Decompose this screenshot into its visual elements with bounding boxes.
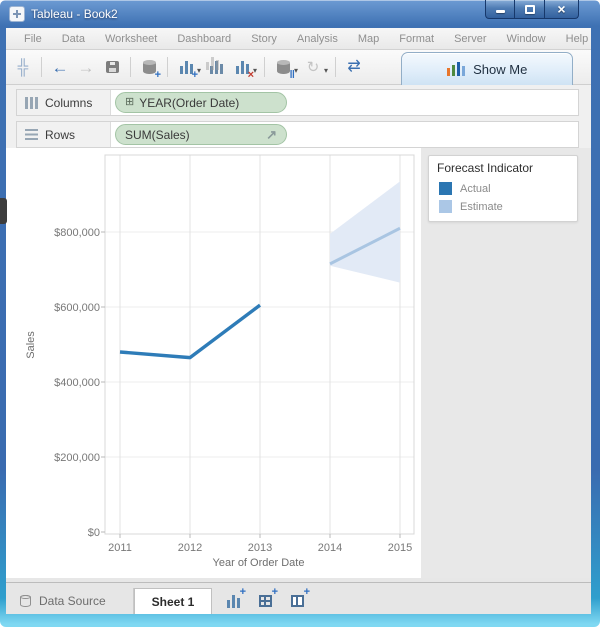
sheet1-tab-label: Sheet 1 <box>151 594 195 609</box>
tableau-logo-icon[interactable]: ╬ <box>11 56 35 78</box>
menu-dashboard[interactable]: Dashboard <box>167 33 241 45</box>
menu-map[interactable]: Map <box>348 33 389 45</box>
refresh-icon[interactable]: ↻ <box>301 56 325 78</box>
columns-label: Columns <box>45 95 93 110</box>
rows-pill-label: SUM(Sales) <box>125 127 190 142</box>
add-datasource-icon[interactable]: + <box>137 56 161 81</box>
columns-drop-field[interactable]: ⊞ YEAR(Order Date) <box>111 90 578 115</box>
actual-swatch <box>439 182 452 195</box>
new-worksheet-icon[interactable]: + <box>174 56 198 81</box>
columns-pill-year-order-date[interactable]: ⊞ YEAR(Order Date) <box>115 92 287 113</box>
show-me-button[interactable]: Show Me <box>401 52 573 85</box>
menu-worksheet[interactable]: Worksheet <box>95 33 167 45</box>
menu-window[interactable]: Window <box>497 33 556 45</box>
rows-shelf: Rows SUM(Sales) ↗ <box>16 121 579 148</box>
clear-sheet-icon[interactable]: × <box>230 56 254 81</box>
menu-help[interactable]: Help <box>556 33 599 45</box>
toolbar-separator <box>167 57 168 77</box>
duplicate-sheet-icon[interactable] <box>204 56 228 78</box>
tab-sheet1[interactable]: Sheet 1 <box>134 588 212 614</box>
menu-data[interactable]: Data <box>52 33 95 45</box>
shelves: Columns ⊞ YEAR(Order Date) Rows SUM(Sale… <box>6 85 591 148</box>
toolbar-icons: ╬ ← → + + ▾ × ▾ ‖ ▾ ↻ ▾ ⇄ <box>10 50 367 84</box>
menu-format[interactable]: Format <box>389 33 444 45</box>
new-dashboard-tab-icon[interactable]: + <box>254 587 278 611</box>
tableau-window: Tableau - Book2 × File Data Worksheet Dashb… <box>0 0 600 627</box>
forecast-arrow-icon: ↗ <box>266 127 277 142</box>
menubar: File Data Worksheet Dashboard Story Analysis M… <box>6 28 591 50</box>
new-story-tab-icon[interactable]: + <box>286 587 310 611</box>
toolbar-separator <box>335 57 337 77</box>
tab-data-source[interactable]: Data Source <box>6 588 134 614</box>
legend-item-actual[interactable]: Actual <box>429 179 577 197</box>
redo-icon[interactable]: → <box>74 56 98 78</box>
legend-title: Forecast Indicator <box>437 161 534 175</box>
maximize-button[interactable] <box>515 0 545 19</box>
close-button[interactable]: × <box>545 0 579 19</box>
estimate-swatch <box>439 200 452 213</box>
app-icon <box>9 6 25 22</box>
columns-pill-label: YEAR(Order Date) <box>139 95 240 110</box>
menu-story[interactable]: Story <box>241 33 287 45</box>
rows-pill-sum-sales[interactable]: SUM(Sales) ↗ <box>115 124 287 145</box>
rows-label: Rows <box>45 127 76 142</box>
titlebar[interactable]: Tableau - Book2 × <box>0 0 600 28</box>
columns-icon <box>25 96 38 109</box>
rows-shelf-label: Rows <box>17 122 111 147</box>
right-panel: Forecast Indicator Actual Estimate <box>421 148 591 578</box>
pause-updates-icon[interactable]: ‖ <box>271 56 295 81</box>
forecast-indicator-legend[interactable]: Forecast Indicator Actual Estimate <box>428 155 578 222</box>
minimize-button[interactable] <box>485 0 515 19</box>
toolbar: ╬ ← → + + ▾ × ▾ ‖ ▾ ↻ ▾ ⇄ Show Me <box>6 50 591 85</box>
sheet-tabbar: Data Source Sheet 1 + + + <box>6 582 591 614</box>
datasource-icon <box>20 595 31 607</box>
legend-label: Actual <box>460 182 491 195</box>
rows-icon <box>25 128 38 141</box>
rows-drop-field[interactable]: SUM(Sales) ↗ <box>111 122 578 147</box>
toolbar-separator <box>41 57 42 77</box>
undo-icon[interactable]: ← <box>48 56 72 78</box>
expand-plus-icon[interactable]: ⊞ <box>125 97 134 108</box>
worksheet-view: Forecast Indicator Actual Estimate <box>6 148 591 582</box>
legend-item-estimate[interactable]: Estimate <box>429 197 577 215</box>
window-controls: × <box>485 0 579 19</box>
save-icon[interactable] <box>100 56 124 78</box>
new-worksheet-tab-icon[interactable]: + <box>222 587 246 611</box>
swap-axes-icon[interactable]: ⇄ <box>342 56 366 78</box>
toolbar-separator <box>264 57 266 77</box>
data-source-tab-label: Data Source <box>39 594 106 608</box>
toolbar-separator <box>130 57 131 77</box>
columns-shelf: Columns ⊞ YEAR(Order Date) <box>16 89 579 116</box>
columns-shelf-label: Columns <box>17 90 111 115</box>
show-me-icon <box>446 62 466 76</box>
menu-file[interactable]: File <box>14 33 52 45</box>
tab-actions: + + + <box>222 587 310 614</box>
show-me-label: Show Me <box>473 61 528 77</box>
chart-canvas[interactable] <box>6 148 421 578</box>
legend-label: Estimate <box>460 200 503 213</box>
menu-analysis[interactable]: Analysis <box>287 33 348 45</box>
window-title: Tableau - Book2 <box>31 7 118 21</box>
legend-items: Actual Estimate <box>429 179 577 215</box>
menu-server[interactable]: Server <box>444 33 496 45</box>
window-content: File Data Worksheet Dashboard Story Analysis M… <box>6 28 591 614</box>
sidebar-handle[interactable] <box>0 198 7 224</box>
